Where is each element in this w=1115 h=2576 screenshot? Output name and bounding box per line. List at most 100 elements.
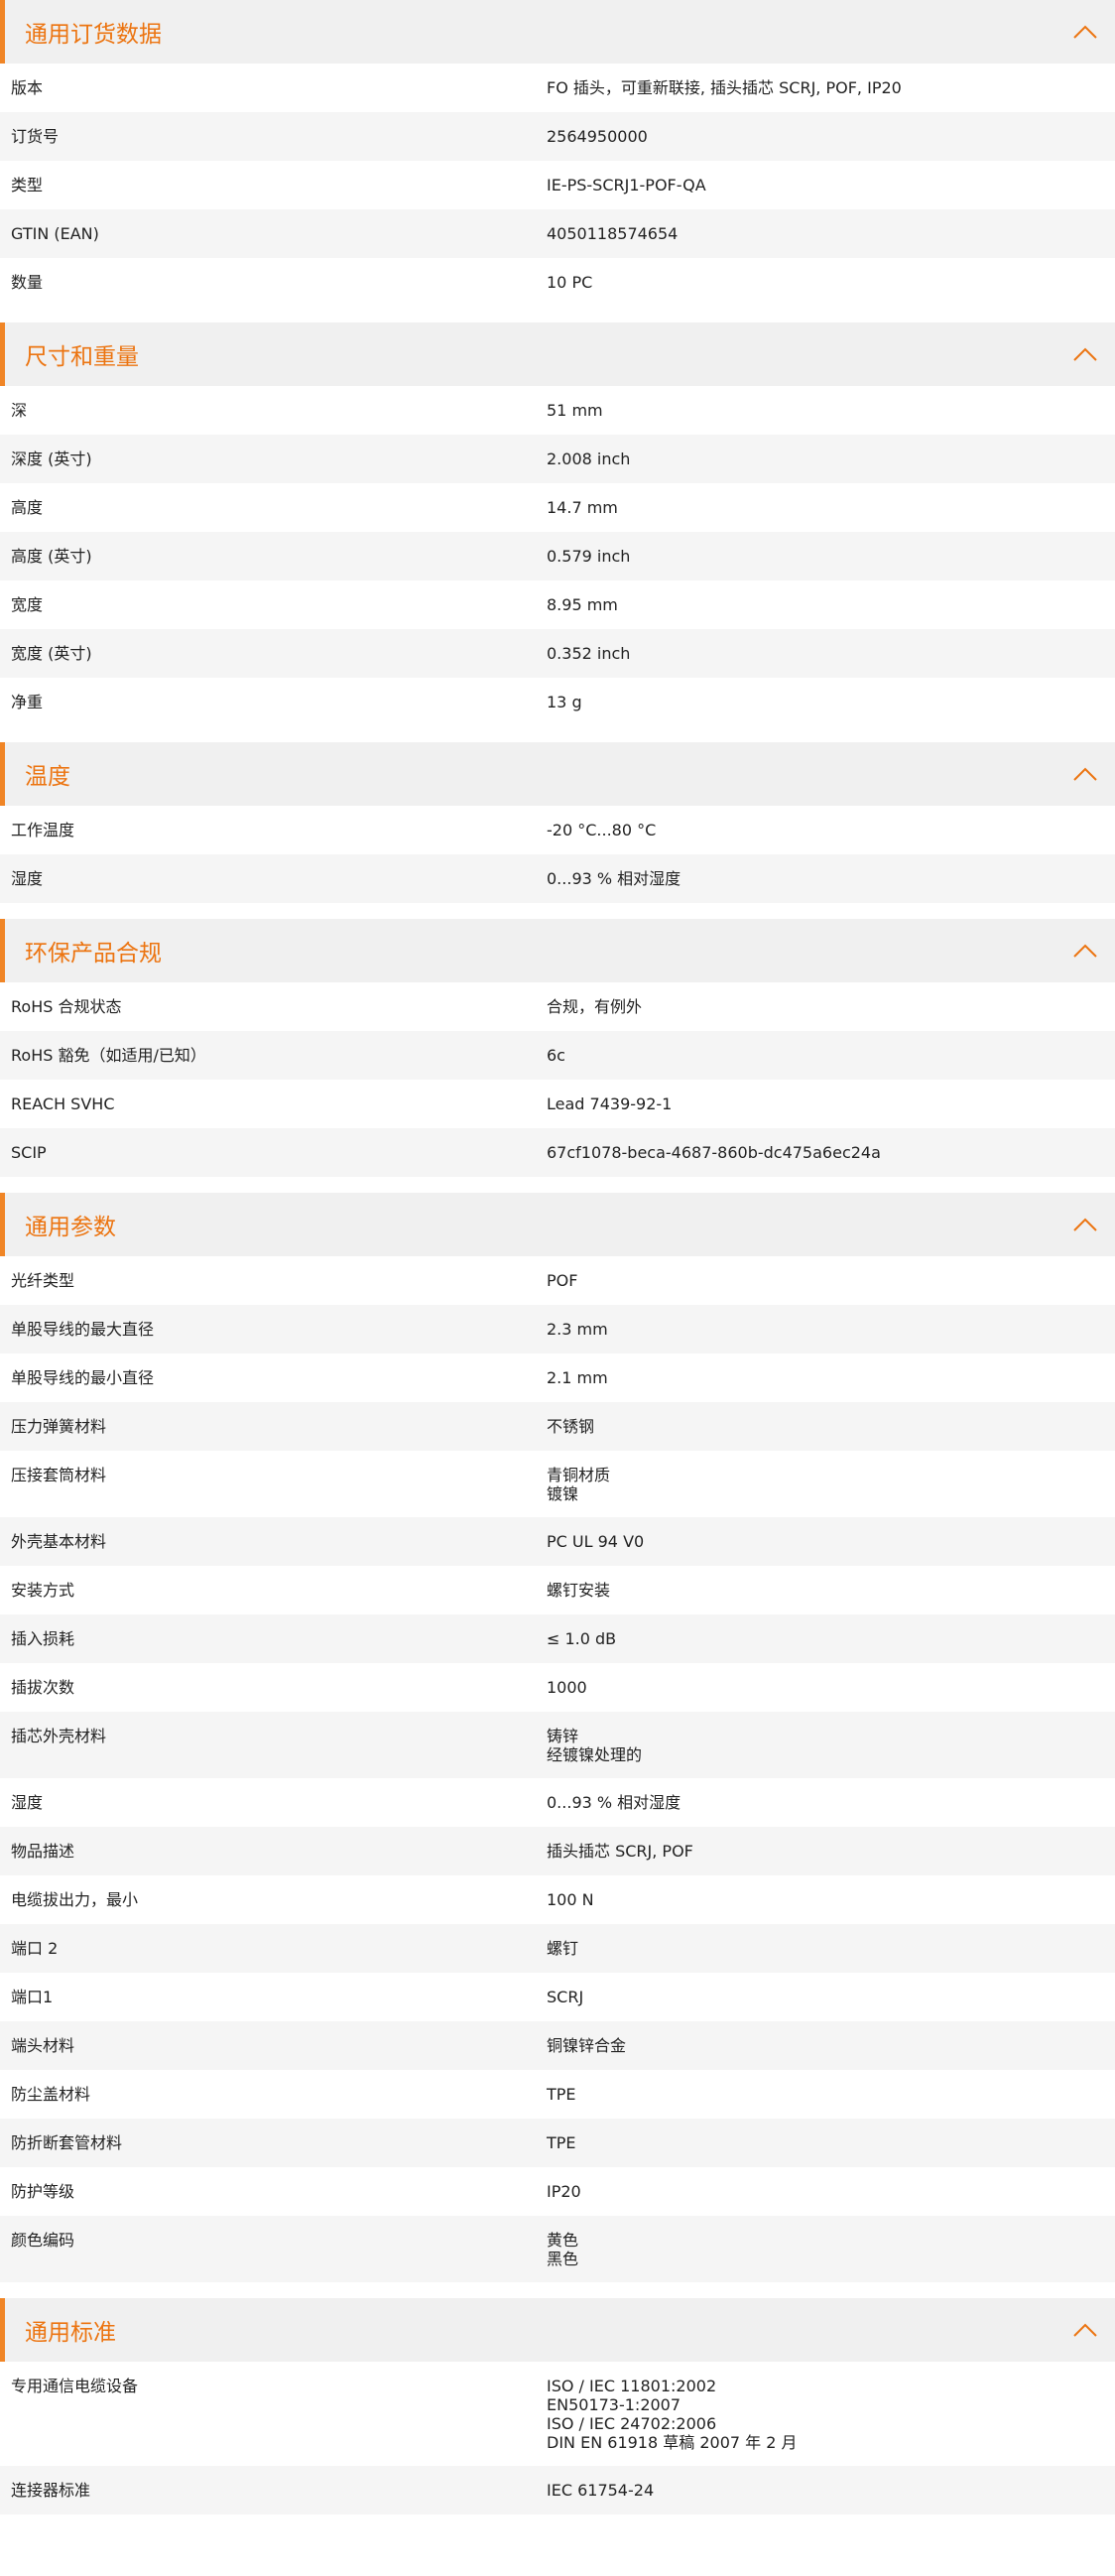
spec-label: RoHS 豁免（如适用/已知） (11, 1046, 206, 1065)
spec-row: 插拔次数 1000 (0, 1663, 1115, 1712)
spec-row: 湿度 0...93 % 相对湿度 (0, 854, 1115, 903)
chevron-up-icon[interactable] (1071, 1211, 1099, 1238)
spec-value: IE-PS-SCRJ1-POF-QA (547, 176, 706, 194)
chevron-up-icon[interactable] (1071, 760, 1099, 788)
spec-row: 物品描述 插头插芯 SCRJ, POF (0, 1827, 1115, 1875)
spec-label: 光纤类型 (11, 1271, 75, 1290)
spec-label: 压力弹簧材料 (11, 1417, 107, 1436)
spec-label: SCIP (11, 1143, 47, 1162)
spec-section: 尺寸和重量深 51 mm 深度 (英寸) 2.008 inch 高度 14.7 mm 高度 … (0, 322, 1115, 726)
spec-row: 净重 13 g (0, 678, 1115, 726)
spec-section: 温度工作温度 -20 °C...80 °C 湿度 0...93 % 相对湿度 (0, 742, 1115, 903)
spec-row: REACH SVHC Lead 7439-92-1 (0, 1080, 1115, 1128)
spec-label: 湿度 (11, 1793, 44, 1812)
spec-value: SCRJ (547, 1988, 584, 2006)
section-rows: 版本 FO 插头，可重新联接, 插头插芯 SCRJ, POF, IP20 订货号 25… (0, 64, 1115, 307)
spec-row: 类型 IE-PS-SCRJ1-POF-QA (0, 161, 1115, 209)
spec-row: 数量 10 PC (0, 258, 1115, 307)
spec-value: 13 g (547, 693, 582, 711)
spec-section: 通用订货数据版本 FO 插头，可重新联接, 插头插芯 SCRJ, POF, IP2… (0, 0, 1115, 307)
spec-label: 插拔次数 (11, 1678, 75, 1697)
chevron-up-icon[interactable] (1071, 2316, 1099, 2344)
section-rows: 工作温度 -20 °C...80 °C 湿度 0...93 % 相对湿度 (0, 806, 1115, 903)
section-title: 通用标准 (25, 2320, 116, 2346)
spec-value: 100 N (547, 1890, 594, 1909)
chevron-up-icon[interactable] (1071, 937, 1099, 965)
spec-value: 插头插芯 SCRJ, POF (547, 1842, 693, 1861)
section-header-toggle[interactable]: 温度 (0, 742, 1115, 806)
spec-row: 工作温度 -20 °C...80 °C (0, 806, 1115, 854)
spec-value: TPE (547, 2085, 576, 2104)
spec-label: 净重 (11, 693, 44, 711)
spec-row: 外壳基本材料 PC UL 94 V0 (0, 1517, 1115, 1566)
spec-row: 光纤类型 POF (0, 1256, 1115, 1305)
spec-value: 合规，有例外 (547, 997, 643, 1016)
chevron-up-icon[interactable] (1071, 18, 1099, 46)
section-rows: 光纤类型 POF 单股导线的最大直径 2.3 mm 单股导线的最小直径 2.1 mm 压力弹… (0, 1256, 1115, 2282)
spec-row: 安装方式 螺钉安装 (0, 1566, 1115, 1614)
spec-value: 2.1 mm (547, 1368, 608, 1387)
spec-value: TPE (547, 2133, 576, 2152)
spec-label: 防尘盖材料 (11, 2085, 91, 2104)
spec-label: 湿度 (11, 869, 44, 888)
spec-section: 通用参数光纤类型 POF 单股导线的最大直径 2.3 mm 单股导线的最小直径 2.1 m… (0, 1193, 1115, 2282)
spec-row: 宽度 (英寸) 0.352 inch (0, 629, 1115, 678)
spec-value: IEC 61754-24 (547, 2481, 655, 2500)
spec-value: 不锈钢 (547, 1417, 595, 1436)
spec-row: 端头材料 铜镍锌合金 (0, 2021, 1115, 2070)
section-header-toggle[interactable]: 通用参数 (0, 1193, 1115, 1256)
spec-label: 深 (11, 401, 28, 420)
spec-value: 铜镍锌合金 (547, 2036, 627, 2055)
spec-row: 颜色编码 黄色 黑色 (0, 2216, 1115, 2282)
spec-label: 端口 2 (11, 1939, 59, 1958)
spec-row: 端口 2 螺钉 (0, 1924, 1115, 1973)
spec-label: REACH SVHC (11, 1095, 115, 1113)
spec-row: 防尘盖材料 TPE (0, 2070, 1115, 2119)
spec-value: -20 °C...80 °C (547, 821, 657, 839)
spec-label: 插入损耗 (11, 1629, 75, 1648)
spec-value: 2.3 mm (547, 1320, 608, 1339)
spec-value: 8.95 mm (547, 595, 618, 614)
spec-value: ≤ 1.0 dB (547, 1629, 617, 1648)
spec-label: 宽度 (英寸) (11, 644, 92, 663)
spec-row: 连接器标准 IEC 61754-24 (0, 2466, 1115, 2514)
spec-row: 插芯外壳材料 铸锌 经镀镍处理的 (0, 1712, 1115, 1778)
spec-row: 压力弹簧材料 不锈钢 (0, 1402, 1115, 1451)
spec-value: 青铜材质 镀镍 (547, 1466, 611, 1503)
spec-label: 宽度 (11, 595, 44, 614)
section-header-toggle[interactable]: 通用订货数据 (0, 0, 1115, 64)
section-title: 通用参数 (25, 1215, 116, 1240)
spec-value: 0...93 % 相对湿度 (547, 1793, 681, 1812)
spec-label: 订货号 (11, 127, 60, 146)
spec-row: 深 51 mm (0, 386, 1115, 435)
section-rows: RoHS 合规状态 合规，有例外 RoHS 豁免（如适用/已知） 6c REACH SV… (0, 982, 1115, 1177)
section-header-toggle[interactable]: 尺寸和重量 (0, 322, 1115, 386)
spec-label: 数量 (11, 273, 44, 292)
section-header-toggle[interactable]: 通用标准 (0, 2298, 1115, 2362)
spec-row: SCIP 67cf1078-beca-4687-860b-dc475a6ec24a (0, 1128, 1115, 1177)
spec-row: 订货号 2564950000 (0, 112, 1115, 161)
spec-section: 环保产品合规 RoHS 合规状态 合规，有例外 RoHS 豁免（如适用/已知） 6c RE… (0, 919, 1115, 1177)
spec-value: 0.579 inch (547, 547, 631, 566)
spec-row: 防折断套管材料 TPE (0, 2119, 1115, 2167)
section-title: 通用订货数据 (25, 22, 162, 48)
section-title: 尺寸和重量 (25, 344, 139, 370)
spec-value: 10 PC (547, 273, 593, 292)
spec-row: 深度 (英寸) 2.008 inch (0, 435, 1115, 483)
spec-label: 防折断套管材料 (11, 2133, 123, 2152)
spec-label: 连接器标准 (11, 2481, 91, 2500)
spec-row: GTIN (EAN) 4050118574654 (0, 209, 1115, 258)
spec-label: 深度 (英寸) (11, 450, 92, 468)
spec-label: 工作温度 (11, 821, 75, 839)
spec-value: 14.7 mm (547, 498, 618, 517)
spec-value: 1000 (547, 1678, 587, 1697)
spec-label: 外壳基本材料 (11, 1532, 107, 1551)
spec-section: 通用标准专用通信电缆设备 ISO / IEC 11801:2002 EN50173… (0, 2298, 1115, 2514)
section-header-toggle[interactable]: 环保产品合规 (0, 919, 1115, 982)
chevron-up-icon[interactable] (1071, 340, 1099, 368)
spec-row: 专用通信电缆设备 ISO / IEC 11801:2002 EN50173-1:2… (0, 2362, 1115, 2466)
spec-label: 高度 (英寸) (11, 547, 92, 566)
spec-row: 宽度 8.95 mm (0, 580, 1115, 629)
section-rows: 深 51 mm 深度 (英寸) 2.008 inch 高度 14.7 mm 高度 (英寸) 0… (0, 386, 1115, 726)
spec-label: 版本 (11, 78, 44, 97)
